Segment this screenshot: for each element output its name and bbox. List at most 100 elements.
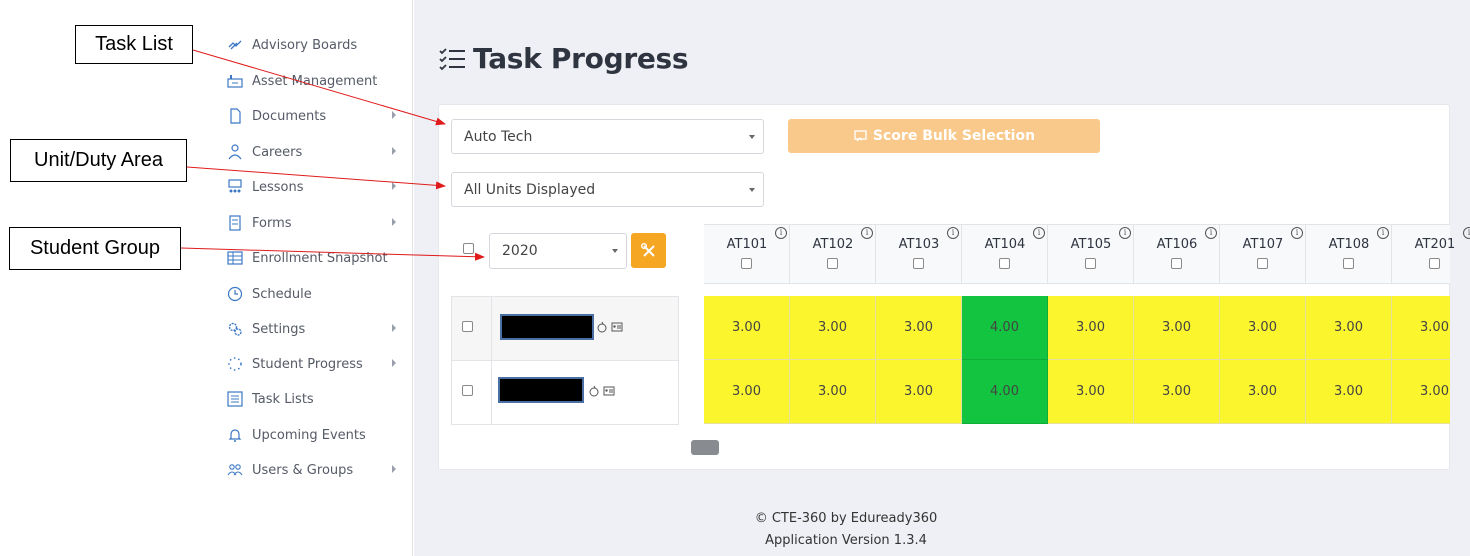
chevron-right-icon [392, 324, 396, 332]
student-group-select[interactable]: 2020 [489, 233, 627, 269]
score-cell[interactable]: 3.00 [1220, 360, 1306, 424]
task-column-header: AT108 i [1306, 225, 1392, 283]
score-cell[interactable]: 3.00 [1306, 296, 1392, 360]
task-header-row: AT101 i AT102 i AT103 i AT104 i AT105 i AT106 i AT10… [704, 224, 1470, 284]
chevron-right-icon [392, 465, 396, 473]
sidebar-item-documents[interactable]: Documents [226, 104, 398, 128]
sidebar-item-task-lists[interactable]: Task Lists [226, 387, 398, 411]
sidebar-item-asset-management[interactable]: Asset Management [226, 69, 398, 93]
task-column-header: AT102 i [790, 225, 876, 283]
chevron-right-icon [392, 111, 396, 119]
sidebar-item-label: Lessons [252, 179, 304, 195]
sidebar-item-enrollment-snapshot[interactable]: Enrollment Snapshot [226, 246, 398, 270]
info-icon[interactable]: i [1033, 227, 1045, 239]
sidebar-item-label: Advisory Boards [252, 37, 358, 53]
score-cell[interactable]: 3.00 [1048, 296, 1134, 360]
tools-button[interactable] [631, 233, 666, 268]
sidebar-item-lessons[interactable]: Lessons [226, 175, 398, 199]
score-cell[interactable]: 3.00 [1134, 296, 1220, 360]
score-cell[interactable]: 4.00 [962, 296, 1048, 360]
score-grid: 3.00 3.00 3.00 4.00 3.00 3.00 3.00 3.00 3.00 3.00… [704, 296, 1450, 424]
info-icon[interactable]: i [947, 227, 959, 239]
task-column-checkbox[interactable] [827, 258, 838, 269]
task-column-header: AT201 i [1392, 225, 1470, 283]
sidebar-item-label: Asset Management [252, 73, 378, 89]
task-column-checkbox[interactable] [1085, 258, 1096, 269]
task-column-checkbox[interactable] [999, 258, 1010, 269]
task-code: AT201 [1414, 237, 1456, 252]
sidebar-item-label: Forms [252, 215, 292, 231]
task-column-header: AT105 i [1048, 225, 1134, 283]
sidebar-item-upcoming-events[interactable]: Upcoming Events [226, 423, 398, 447]
task-list-select[interactable]: Auto Tech [451, 119, 764, 154]
task-column-checkbox[interactable] [1429, 258, 1440, 269]
select-all-checkbox[interactable] [463, 243, 474, 254]
score-icon [854, 130, 867, 142]
score-cell[interactable]: 3.00 [1306, 360, 1392, 424]
info-icon[interactable]: i [861, 227, 873, 239]
table-icon [226, 250, 244, 266]
info-icon[interactable]: i [1291, 227, 1303, 239]
apple-icon[interactable] [596, 321, 608, 333]
score-cell[interactable]: 3.00 [1134, 360, 1220, 424]
id-card-icon[interactable] [611, 321, 623, 333]
score-cell[interactable]: 3.00 [1392, 296, 1450, 360]
student-row [452, 297, 678, 361]
redacted-student-name [500, 314, 594, 340]
list-icon [226, 391, 244, 407]
sidebar-item-users-groups[interactable]: Users & Groups [226, 458, 398, 482]
score-cell[interactable]: 4.00 [962, 360, 1048, 424]
sidebar-item-label: Task Lists [252, 391, 314, 407]
clock-icon [226, 286, 244, 302]
task-column-checkbox[interactable] [1343, 258, 1354, 269]
score-cell[interactable]: 3.00 [876, 360, 962, 424]
score-cell[interactable]: 3.00 [876, 296, 962, 360]
student-checkbox-cell [452, 297, 492, 361]
info-icon[interactable]: i [1205, 227, 1217, 239]
unit-duty-area-select[interactable]: All Units Displayed [451, 172, 764, 207]
score-cell[interactable]: 3.00 [704, 296, 790, 360]
sidebar-item-forms[interactable]: Forms [226, 211, 398, 235]
task-column-checkbox[interactable] [1257, 258, 1268, 269]
sidebar-item-careers[interactable]: Careers [226, 140, 398, 164]
task-column-header: AT103 i [876, 225, 962, 283]
sidebar-item-label: Upcoming Events [252, 427, 366, 443]
score-cell[interactable]: 3.00 [1220, 296, 1306, 360]
student-checkbox[interactable] [462, 385, 473, 396]
sidebar-item-settings[interactable]: Settings [226, 317, 398, 341]
document-icon [226, 108, 244, 124]
chevron-right-icon [392, 218, 396, 226]
sidebar-item-advisory-boards[interactable]: Advisory Boards [226, 33, 398, 57]
id-card-icon[interactable] [603, 385, 615, 397]
info-icon[interactable]: i [1119, 227, 1131, 239]
sidebar-item-schedule[interactable]: Schedule [226, 282, 398, 306]
score-cell[interactable]: 3.00 [790, 360, 876, 424]
student-checkbox[interactable] [462, 321, 473, 332]
info-icon[interactable]: i [1377, 227, 1389, 239]
score-bulk-selection-button[interactable]: Score Bulk Selection [788, 119, 1100, 153]
task-code: AT107 [1242, 237, 1284, 252]
task-code: AT104 [984, 237, 1026, 252]
info-icon[interactable]: i [775, 227, 787, 239]
info-icon[interactable]: i [1463, 227, 1470, 239]
apple-icon[interactable] [588, 385, 600, 397]
sidebar-item-label: Settings [252, 321, 306, 337]
score-cell[interactable]: 3.00 [1048, 360, 1134, 424]
task-column-checkbox[interactable] [913, 258, 924, 269]
factory-icon [226, 73, 244, 89]
chevron-down-icon [749, 134, 755, 139]
score-cell[interactable]: 3.00 [704, 360, 790, 424]
task-column-header: AT106 i [1134, 225, 1220, 283]
sidebar-item-student-progress[interactable]: Student Progress [226, 352, 398, 376]
task-column-checkbox[interactable] [1171, 258, 1182, 269]
annotation-unit-duty-area: Unit/Duty Area [10, 139, 187, 182]
footer-copyright: © CTE-360 by Eduready360 [754, 511, 938, 526]
score-cell[interactable]: 3.00 [1392, 360, 1450, 424]
sidebar-item-label: Users & Groups [252, 462, 354, 478]
horizontal-scrollbar-thumb[interactable] [691, 440, 719, 455]
chevron-right-icon [392, 182, 396, 190]
score-cell[interactable]: 3.00 [790, 296, 876, 360]
student-icons [588, 385, 618, 397]
users-icon [226, 462, 244, 478]
task-column-checkbox[interactable] [741, 258, 752, 269]
